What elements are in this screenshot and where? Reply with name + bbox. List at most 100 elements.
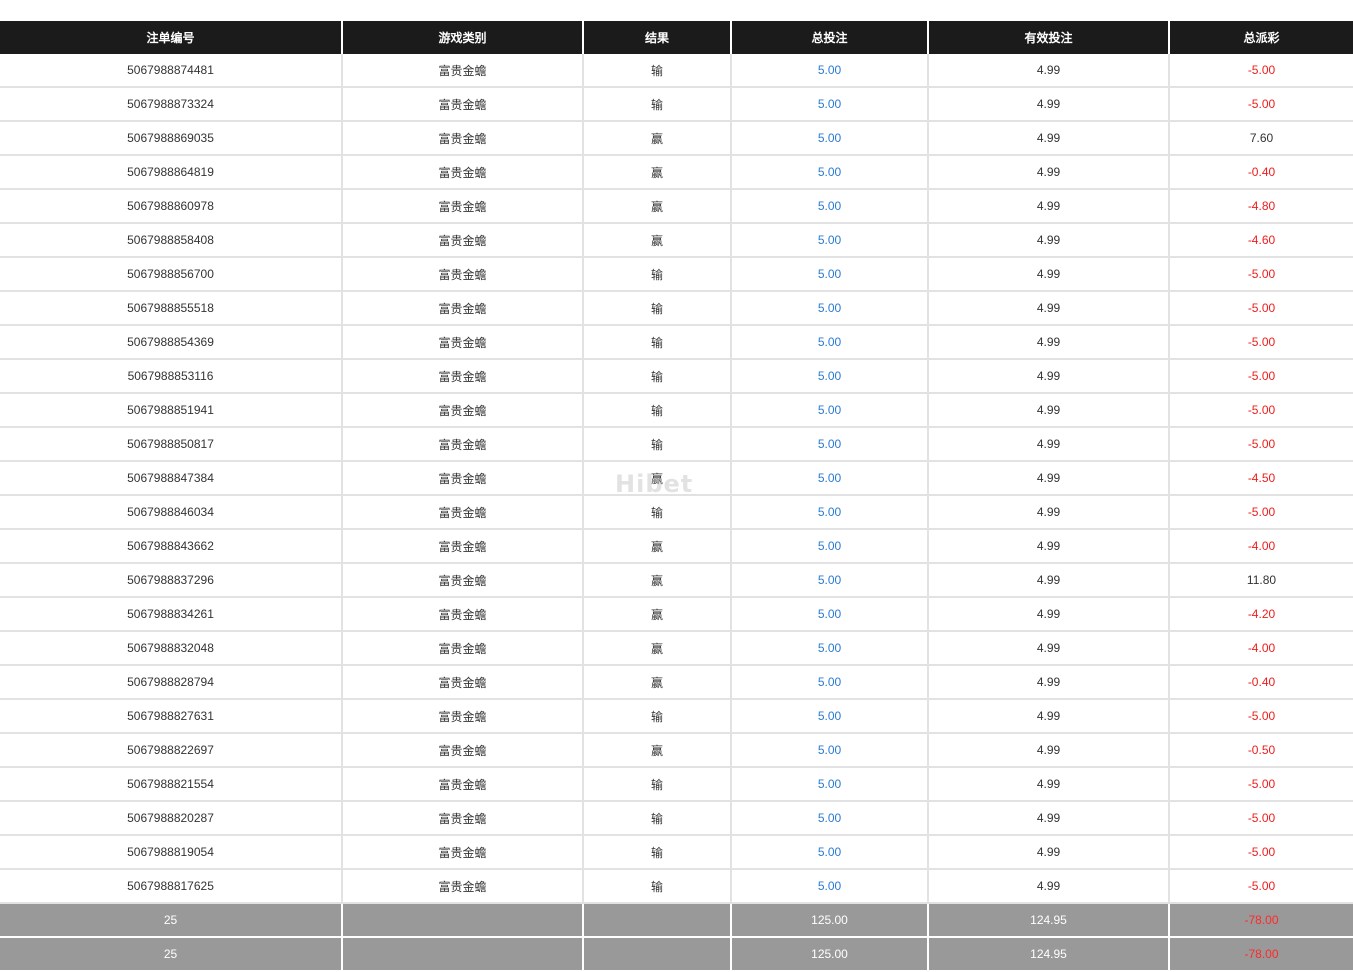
- result-cell: 输: [582, 54, 731, 88]
- valid-bet-cell: 4.99: [927, 189, 1169, 224]
- total-bet-cell: 5.00: [730, 631, 928, 666]
- bet-id-cell: 5067988819054: [0, 835, 342, 870]
- total-bet-cell: 5.00: [730, 495, 928, 530]
- bet-id-cell: 5067988820287: [0, 801, 342, 836]
- table-row: 5067988821554 富贵金蟾输 5.00 4.99 -5.00: [0, 767, 1353, 802]
- valid-bet-cell: 4.99: [927, 563, 1169, 598]
- game-type-cell: 富贵金蟾: [341, 597, 583, 632]
- bet-id-cell: 5067988843662: [0, 529, 342, 564]
- total-bet-cell: 5.00: [730, 325, 928, 360]
- bet-id-cell: 5067988850817: [0, 427, 342, 462]
- game-type-cell: 富贵金蟾: [341, 223, 583, 258]
- valid-bet-cell: 4.99: [927, 54, 1169, 88]
- summary-game-cell: [341, 937, 583, 972]
- summary-count-cell: 25: [0, 937, 342, 972]
- total-bet-cell: 5.00: [730, 699, 928, 734]
- bet-id-cell: 5067988853116: [0, 359, 342, 394]
- bet-id-cell: 5067988873324: [0, 87, 342, 122]
- valid-bet-cell: 4.99: [927, 767, 1169, 802]
- total-payout-cell: -5.00: [1168, 767, 1353, 802]
- table-body: 5067988874481 富贵金蟾输 5.00 4.99 -5.00 506798887…: [0, 54, 1353, 904]
- valid-bet-cell: 4.99: [927, 631, 1169, 666]
- game-type-cell: 富贵金蟾: [341, 631, 583, 666]
- result-cell: 输: [582, 393, 731, 428]
- bet-id-cell: 5067988821554: [0, 767, 342, 802]
- bet-id-cell: 5067988822697: [0, 733, 342, 768]
- result-cell: 赢: [582, 563, 731, 598]
- table-row: 5067988822697 富贵金蟾赢 5.00 4.99 -0.50: [0, 733, 1353, 768]
- total-bet-cell: 5.00: [730, 155, 928, 190]
- game-type-cell: 富贵金蟾: [341, 869, 583, 904]
- total-payout-cell: -5.00: [1168, 801, 1353, 836]
- game-type-cell: 富贵金蟾: [341, 87, 583, 122]
- total-payout-cell: -5.00: [1168, 87, 1353, 122]
- table-row: 5067988817625 富贵金蟾输 5.00 4.99 -5.00: [0, 869, 1353, 904]
- result-cell: 输: [582, 801, 731, 836]
- result-cell: 输: [582, 257, 731, 292]
- table-row: 5067988854369 富贵金蟾输 5.00 4.99 -5.00: [0, 325, 1353, 360]
- summary-total-payout-cell: -78.00: [1168, 937, 1353, 972]
- total-payout-cell: -4.00: [1168, 529, 1353, 564]
- total-payout-cell: -0.40: [1168, 155, 1353, 190]
- total-bet-cell: 5.00: [730, 87, 928, 122]
- result-cell: 赢: [582, 733, 731, 768]
- result-cell: 赢: [582, 665, 731, 700]
- total-bet-cell: 5.00: [730, 121, 928, 156]
- game-type-cell: 富贵金蟾: [341, 665, 583, 700]
- result-cell: 赢: [582, 529, 731, 564]
- result-cell: 输: [582, 87, 731, 122]
- result-cell: 输: [582, 495, 731, 530]
- result-cell: 输: [582, 359, 731, 394]
- summary-total-bet-cell: 125.00: [730, 937, 928, 972]
- table-row: 5067988819054 富贵金蟾输 5.00 4.99 -5.00: [0, 835, 1353, 870]
- valid-bet-cell: 4.99: [927, 155, 1169, 190]
- bet-id-cell: 5067988828794: [0, 665, 342, 700]
- bet-id-cell: 5067988869035: [0, 121, 342, 156]
- game-type-cell: 富贵金蟾: [341, 359, 583, 394]
- result-cell: 赢: [582, 461, 731, 496]
- valid-bet-cell: 4.99: [927, 495, 1169, 530]
- bet-id-cell: 5067988834261: [0, 597, 342, 632]
- total-payout-cell: -4.00: [1168, 631, 1353, 666]
- total-bet-cell: 5.00: [730, 54, 928, 88]
- total-payout-cell: -5.00: [1168, 699, 1353, 734]
- table-row: 5067988851941 富贵金蟾输 5.00 4.99 -5.00: [0, 393, 1353, 428]
- total-bet-cell: 5.00: [730, 869, 928, 904]
- summary-count-cell: 25: [0, 903, 342, 938]
- summary-row: 25 125.00 124.95 -78.00: [0, 937, 1353, 972]
- valid-bet-cell: 4.99: [927, 529, 1169, 564]
- valid-bet-cell: 4.99: [927, 393, 1169, 428]
- game-type-cell: 富贵金蟾: [341, 563, 583, 598]
- total-payout-cell: -5.00: [1168, 835, 1353, 870]
- bet-id-cell: 5067988847384: [0, 461, 342, 496]
- col-header-bet-id: 注单编号: [0, 21, 342, 54]
- valid-bet-cell: 4.99: [927, 801, 1169, 836]
- bet-records-table: 注单编号 游戏类别 结果 总投注 有效投注 总派彩 5067988874481 富…: [0, 21, 1353, 972]
- table-row: 5067988846034 富贵金蟾输 5.00 4.99 -5.00: [0, 495, 1353, 530]
- valid-bet-cell: 4.99: [927, 359, 1169, 394]
- result-cell: 输: [582, 291, 731, 326]
- total-payout-cell: -5.00: [1168, 257, 1353, 292]
- bet-id-cell: 5067988856700: [0, 257, 342, 292]
- valid-bet-cell: 4.99: [927, 325, 1169, 360]
- table-summary: 25 125.00 124.95 -78.00 25 125.00 124.95 -78.00: [0, 903, 1353, 972]
- game-type-cell: 富贵金蟾: [341, 529, 583, 564]
- total-payout-cell: -5.00: [1168, 869, 1353, 904]
- total-bet-cell: 5.00: [730, 835, 928, 870]
- game-type-cell: 富贵金蟾: [341, 257, 583, 292]
- valid-bet-cell: 4.99: [927, 223, 1169, 258]
- game-type-cell: 富贵金蟾: [341, 54, 583, 88]
- table-row: 5067988860978 富贵金蟾赢 5.00 4.99 -4.80: [0, 189, 1353, 224]
- bet-id-cell: 5067988827631: [0, 699, 342, 734]
- total-payout-cell: -4.20: [1168, 597, 1353, 632]
- total-payout-cell: -4.50: [1168, 461, 1353, 496]
- total-bet-cell: 5.00: [730, 291, 928, 326]
- bet-id-cell: 5067988832048: [0, 631, 342, 666]
- valid-bet-cell: 4.99: [927, 461, 1169, 496]
- game-type-cell: 富贵金蟾: [341, 699, 583, 734]
- valid-bet-cell: 4.99: [927, 87, 1169, 122]
- valid-bet-cell: 4.99: [927, 869, 1169, 904]
- total-bet-cell: 5.00: [730, 801, 928, 836]
- total-bet-cell: 5.00: [730, 359, 928, 394]
- table-row: 5067988855518 富贵金蟾输 5.00 4.99 -5.00: [0, 291, 1353, 326]
